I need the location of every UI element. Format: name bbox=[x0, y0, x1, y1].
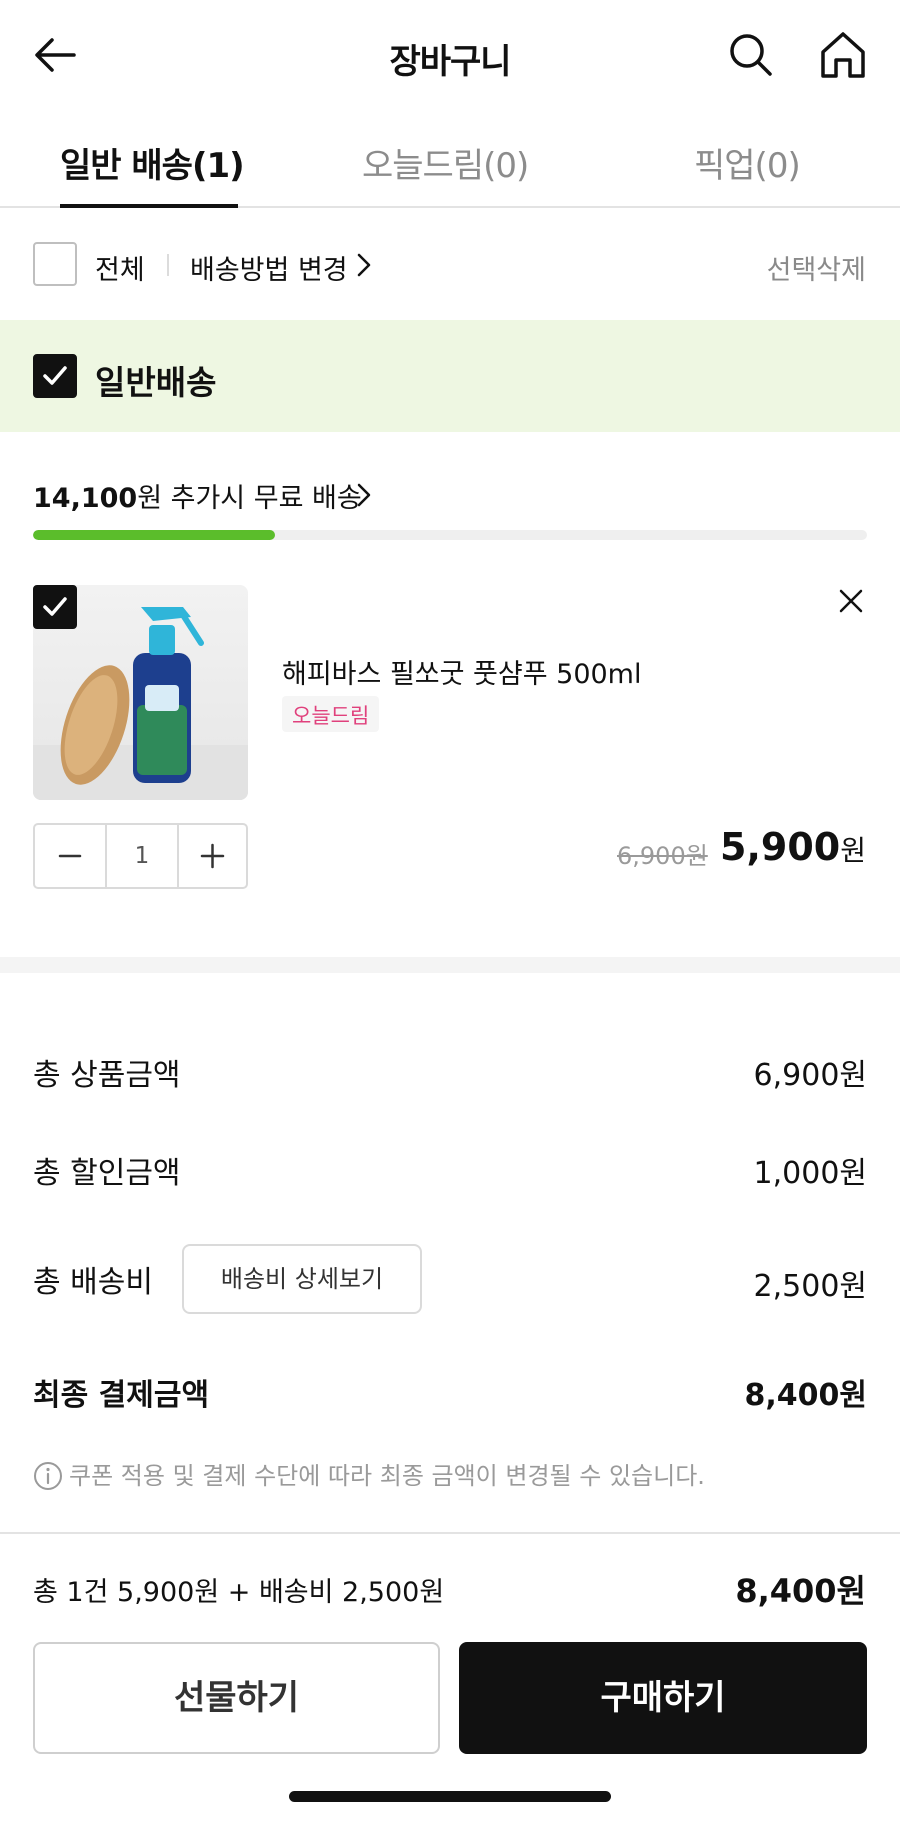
tab-pickup[interactable]: 픽업(0) bbox=[694, 138, 801, 187]
select-row: 전체 배송방법 변경 선택삭제 bbox=[0, 210, 900, 320]
delivery-tabs: 일반 배송(1) 오늘드림(0) 픽업(0) bbox=[0, 120, 900, 208]
price-notice-text: 쿠폰 적용 및 결제 수단에 따라 최종 금액이 변경될 수 있습니다. bbox=[69, 1462, 705, 1490]
product-badge: 오늘드림 bbox=[282, 696, 380, 732]
chevron-right-icon[interactable] bbox=[356, 252, 372, 282]
divider bbox=[167, 254, 169, 276]
total-shipping-label: 총 배송비 bbox=[33, 1265, 153, 1300]
tab-general-delivery[interactable]: 일반 배송(1) bbox=[60, 138, 245, 187]
info-icon bbox=[33, 1461, 63, 1491]
select-all-checkbox[interactable] bbox=[33, 242, 77, 286]
total-shipping-row: 총 배송비 2,500원 bbox=[33, 1257, 867, 1304]
final-payment-value: 8,400원 bbox=[744, 1378, 868, 1413]
home-icon[interactable] bbox=[816, 28, 870, 82]
progress-fill bbox=[33, 530, 275, 540]
free-shipping-amount: 14,100 bbox=[33, 483, 138, 514]
decrease-quantity-button[interactable] bbox=[35, 825, 105, 887]
original-price: 6,900원 bbox=[617, 842, 708, 870]
change-shipping-method-link[interactable]: 배송방법 변경 bbox=[190, 248, 348, 287]
quantity-stepper: 1 bbox=[33, 823, 248, 889]
top-header: 장바구니 bbox=[0, 0, 900, 112]
section-divider bbox=[0, 957, 900, 973]
shipping-detail-button[interactable]: 배송비 상세보기 bbox=[182, 1244, 422, 1314]
total-product-value: 6,900원 bbox=[753, 1058, 867, 1093]
sale-price-unit: 원 bbox=[840, 834, 866, 867]
total-discount-value: 1,000원 bbox=[753, 1156, 867, 1191]
order-total: 8,400원 bbox=[735, 1572, 866, 1610]
free-shipping-message[interactable]: 14,100원 추가시 무료 배송 bbox=[33, 476, 362, 515]
bottom-divider bbox=[0, 1532, 900, 1534]
buy-button[interactable]: 구매하기 bbox=[459, 1642, 867, 1754]
sale-price-value: 5,900 bbox=[720, 825, 841, 869]
product-name[interactable]: 해피바스 필쏘굿 풋샴푸 500ml bbox=[282, 652, 642, 691]
total-product-label: 총 상품금액 bbox=[33, 1058, 181, 1093]
general-delivery-group: 일반배송 bbox=[0, 320, 900, 432]
total-product-row: 총 상품금액 6,900원 bbox=[33, 1050, 867, 1094]
total-discount-label: 총 할인금액 bbox=[33, 1156, 181, 1191]
total-shipping-value: 2,500원 bbox=[753, 1269, 867, 1304]
quantity-value[interactable]: 1 bbox=[105, 825, 179, 887]
free-shipping-progress bbox=[33, 530, 867, 540]
chevron-right-icon[interactable] bbox=[356, 482, 372, 512]
home-indicator bbox=[289, 1791, 611, 1802]
total-discount-row: 총 할인금액 1,000원 bbox=[33, 1148, 867, 1192]
increase-quantity-button[interactable] bbox=[179, 825, 246, 887]
group-checkbox[interactable] bbox=[33, 354, 77, 398]
final-payment-row: 최종 결제금액 8,400원 bbox=[33, 1370, 867, 1414]
gift-button[interactable]: 선물하기 bbox=[33, 1642, 440, 1754]
sale-price: 5,900원 bbox=[720, 825, 866, 869]
search-icon[interactable] bbox=[726, 30, 776, 80]
free-shipping-text: 원 추가시 무료 배송 bbox=[137, 483, 362, 514]
active-tab-indicator bbox=[60, 204, 238, 208]
select-all-label[interactable]: 전체 bbox=[95, 248, 145, 287]
tab-today-dream[interactable]: 오늘드림(0) bbox=[362, 138, 529, 187]
delete-selected-button[interactable]: 선택삭제 bbox=[767, 248, 866, 287]
final-payment-label: 최종 결제금액 bbox=[33, 1378, 210, 1413]
order-summary-text: 총 1건 5,900원 + 배송비 2,500원 bbox=[33, 1577, 445, 1608]
price-notice: 쿠폰 적용 및 결제 수단에 따라 최종 금액이 변경될 수 있습니다. bbox=[33, 1456, 705, 1491]
close-icon[interactable] bbox=[836, 586, 866, 616]
product-checkbox[interactable] bbox=[33, 585, 77, 629]
group-label: 일반배송 bbox=[95, 363, 217, 402]
